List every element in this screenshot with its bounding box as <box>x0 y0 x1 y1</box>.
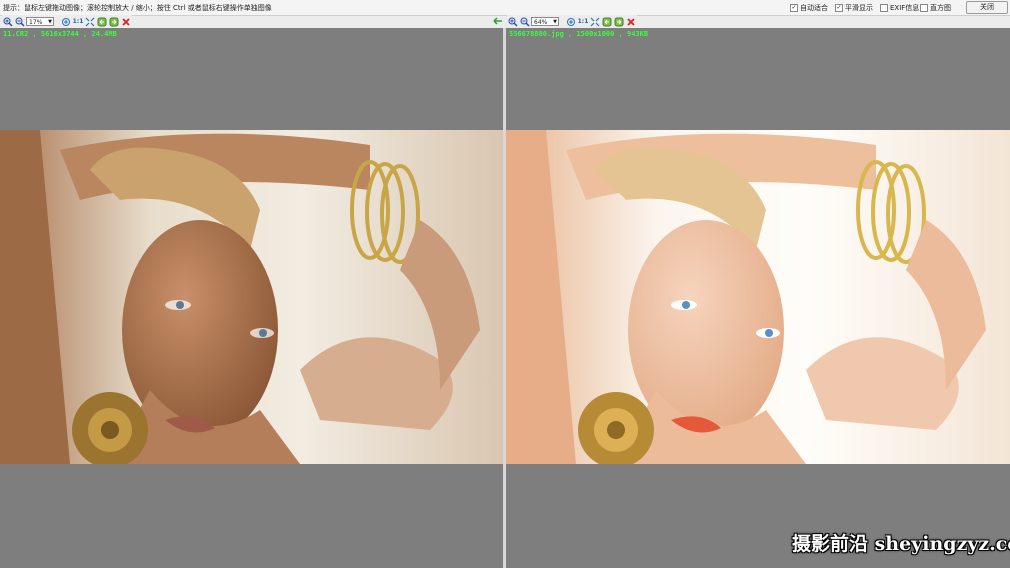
fit-screen-icon[interactable] <box>84 16 96 28</box>
chevron-down-icon: ▼ <box>553 19 557 25</box>
auto-fit-option[interactable]: ✓ 自动适合 <box>790 3 828 13</box>
rotate-right-icon[interactable] <box>613 16 625 28</box>
zoom-select[interactable]: 64% ▼ <box>531 17 559 26</box>
zoom-out-icon[interactable] <box>14 16 26 28</box>
sync-arrow-icon[interactable] <box>492 15 504 27</box>
auto-fit-label: 自动适合 <box>800 4 828 12</box>
rotate-left-icon[interactable] <box>601 16 613 28</box>
left-toolbar: 17% ▼ 1:1 <box>2 15 132 28</box>
histogram-label: 直方图 <box>930 4 951 12</box>
photo-original <box>0 130 503 464</box>
zoom-in-icon[interactable] <box>507 16 519 28</box>
zoom-value: 17% <box>29 19 43 26</box>
right-image-pane[interactable]: 556678880.jpg , 1500x1000 , 943KB <box>506 28 1010 568</box>
right-toolbar: 64% ▼ 1:1 <box>507 15 637 28</box>
rotate-right-icon[interactable] <box>108 16 120 28</box>
chevron-down-icon: ▼ <box>48 19 52 25</box>
image-info: 11.CR2 , 5616x3744 , 24.4MB <box>3 30 117 38</box>
close-button[interactable]: 关闭 <box>966 1 1008 14</box>
fit-icon[interactable] <box>565 16 577 28</box>
one-to-one-button[interactable]: 1:1 <box>577 16 589 28</box>
auto-fit-checkbox[interactable]: ✓ <box>790 4 798 12</box>
zoom-in-icon[interactable] <box>2 16 14 28</box>
left-image-pane[interactable]: 11.CR2 , 5616x3744 , 24.4MB <box>0 28 503 568</box>
one-to-one-button[interactable]: 1:1 <box>72 16 84 28</box>
fit-screen-icon[interactable] <box>589 16 601 28</box>
image-info: 556678880.jpg , 1500x1000 , 943KB <box>509 30 649 38</box>
watermark: 摄影前沿 sheyingzyz.com <box>792 533 1010 555</box>
exif-label: EXIF信息 <box>890 4 920 12</box>
histogram-checkbox[interactable] <box>920 4 928 12</box>
fit-icon[interactable] <box>60 16 72 28</box>
top-bar: 提示：鼠标左键拖动图像；滚轮控制放大 / 缩小；按住 Ctrl 或者鼠标右键操作… <box>0 0 1010 16</box>
rotate-left-icon[interactable] <box>96 16 108 28</box>
close-image-icon[interactable] <box>625 16 637 28</box>
close-image-icon[interactable] <box>120 16 132 28</box>
zoom-out-icon[interactable] <box>519 16 531 28</box>
zoom-select[interactable]: 17% ▼ <box>26 17 54 26</box>
smooth-display-checkbox[interactable]: ✓ <box>835 4 843 12</box>
smooth-display-label: 平滑显示 <box>845 4 873 12</box>
histogram-option[interactable]: 直方图 <box>920 3 951 13</box>
exif-checkbox[interactable] <box>880 4 888 12</box>
zoom-value: 64% <box>534 19 548 26</box>
exif-option[interactable]: EXIF信息 <box>880 3 919 13</box>
hint-text: 提示：鼠标左键拖动图像；滚轮控制放大 / 缩小；按住 Ctrl 或者鼠标右键操作… <box>3 4 272 12</box>
smooth-display-option[interactable]: ✓ 平滑显示 <box>835 3 873 13</box>
photo-retouched <box>506 130 1010 464</box>
